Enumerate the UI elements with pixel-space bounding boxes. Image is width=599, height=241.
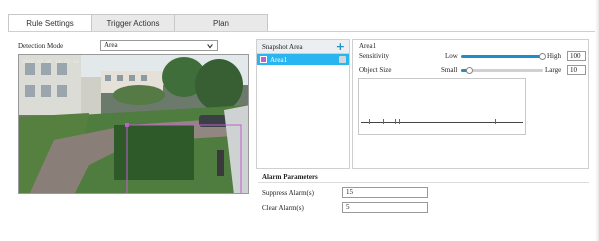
area-config-panel: Area1 Sensitivity Low High 100 Object Si… <box>352 39 589 169</box>
object-size-large-label: Large <box>545 66 562 74</box>
alarm-tick <box>495 119 496 124</box>
sensitivity-label: Sensitivity <box>359 52 389 60</box>
object-size-slider[interactable] <box>461 69 543 72</box>
video-timestamp: 2018-03-06 10:22:18 <box>22 59 80 65</box>
alarm-tick <box>399 119 400 124</box>
tab-divider <box>8 31 599 32</box>
detection-mode-select[interactable]: Area <box>100 40 218 51</box>
area-color-swatch <box>260 56 267 63</box>
page-edge-shadow <box>595 0 599 241</box>
tab-plan[interactable]: Plan <box>174 14 268 31</box>
sensitivity-value-input[interactable]: 100 <box>567 51 586 61</box>
snapshot-area-title: Snapshot Area <box>262 42 303 51</box>
tab-trigger-actions[interactable]: Trigger Actions <box>91 14 175 31</box>
suppress-alarm-label: Suppress Alarm(s) <box>262 189 314 197</box>
detection-mode-value: Area <box>104 41 118 49</box>
alarm-tick <box>395 119 396 124</box>
graph-baseline <box>361 122 523 123</box>
tab-rule-settings[interactable]: Rule Settings <box>8 14 92 31</box>
area-list-item[interactable]: Area1 <box>257 54 349 65</box>
clear-alarm-label: Clear Alarm(s) <box>262 204 304 212</box>
alarm-divider <box>258 182 589 183</box>
area-list-item-label: Area1 <box>270 55 288 64</box>
object-size-value-input[interactable]: 10 <box>567 65 586 75</box>
motion-activity-graph <box>358 78 526 135</box>
area-name-label: Area1 <box>359 42 377 50</box>
object-size-label: Object Size <box>359 66 392 74</box>
snapshot-area-panel: Snapshot Area + Area1 <box>256 39 350 169</box>
delete-area-icon[interactable] <box>339 56 346 63</box>
sensitivity-slider[interactable] <box>461 55 543 58</box>
camera-scene-image <box>19 55 248 193</box>
detection-mode-label: Detection Mode <box>18 42 64 50</box>
tab-bar: Rule Settings Trigger Actions Plan <box>8 14 268 31</box>
sensitivity-slider-handle[interactable] <box>539 53 546 60</box>
plus-icon[interactable]: + <box>336 41 345 52</box>
alarm-tick <box>369 119 370 124</box>
suppress-alarm-input[interactable]: 15 <box>342 187 428 198</box>
alarm-parameters-title: Alarm Parameters <box>262 173 318 181</box>
video-preview[interactable]: 2018-03-06 10:22:18 <box>18 54 249 194</box>
chevron-down-icon <box>207 44 213 49</box>
alarm-tick <box>383 119 384 124</box>
snapshot-area-header: Snapshot Area + <box>257 40 349 54</box>
sensitivity-high-label: High <box>547 52 561 60</box>
clear-alarm-input[interactable]: 5 <box>342 202 428 213</box>
object-size-slider-handle[interactable] <box>466 67 473 74</box>
sensitivity-low-label: Low <box>445 52 458 60</box>
object-size-small-label: Small <box>441 66 458 74</box>
